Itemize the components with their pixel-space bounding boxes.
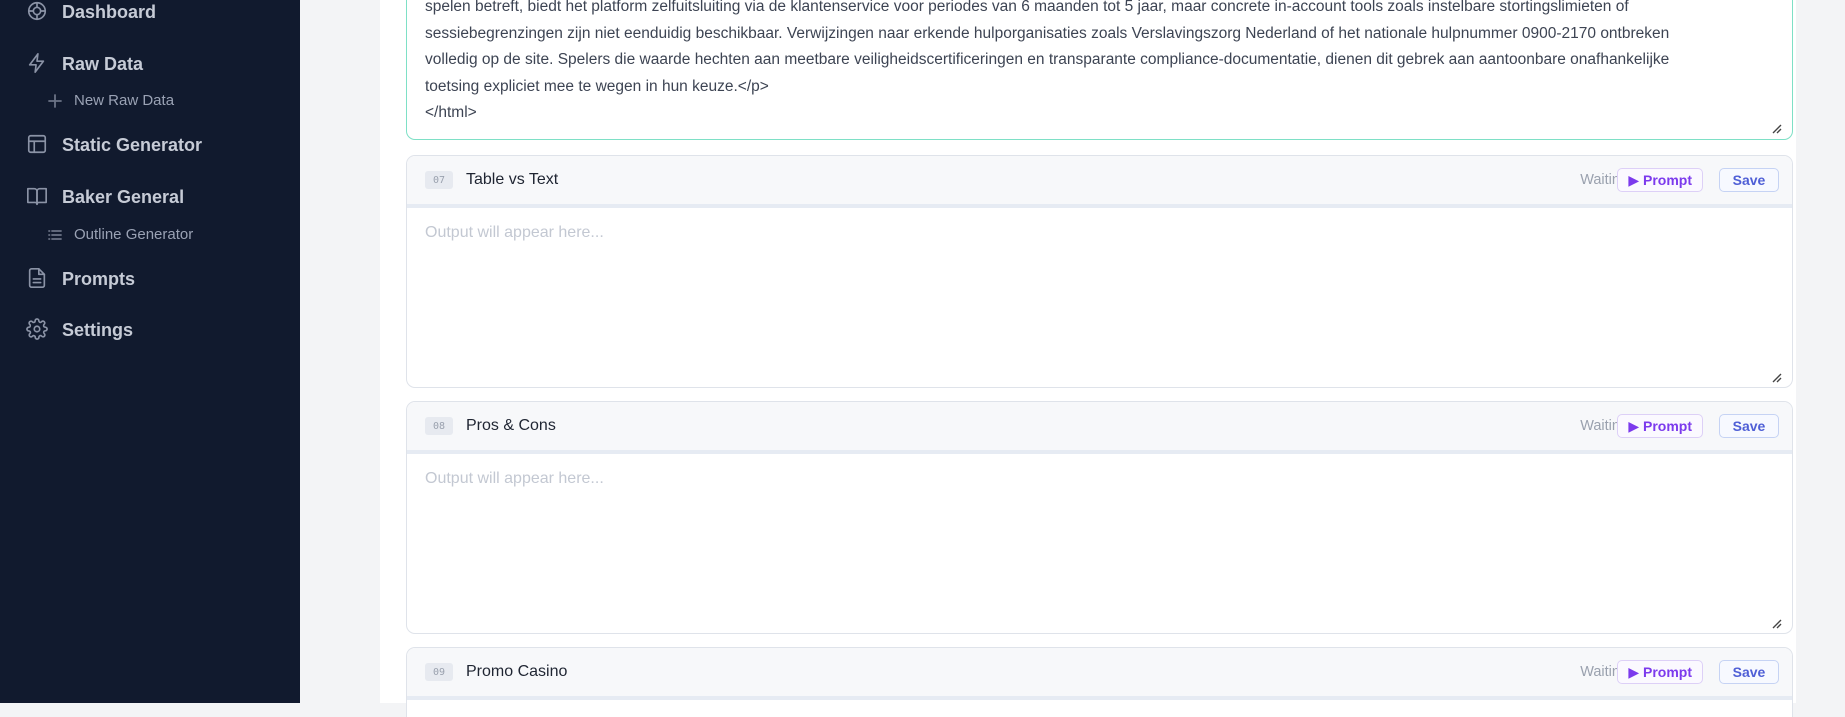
section-number: 09 [425, 663, 453, 681]
sidebar-subitem-label: New Raw Data [74, 92, 175, 109]
output-textarea[interactable]: Output will appear here... [407, 454, 1792, 633]
prompt-button[interactable]: ▶ Prompt [1617, 168, 1703, 192]
prompt-button[interactable]: ▶ Prompt [1617, 660, 1703, 684]
plus-icon [48, 93, 62, 108]
section-card-pros-cons: 08 Pros & Cons Waiting ▶ Prompt Save Out… [406, 401, 1793, 634]
card-header: 09 Promo Casino Waiting ▶ Prompt Save [407, 648, 1792, 700]
document-icon [26, 267, 50, 291]
section-number: 07 [425, 171, 453, 189]
sidebar-item-settings[interactable]: Settings [26, 318, 133, 342]
section-title: Pros & Cons [466, 417, 556, 434]
book-icon [26, 185, 50, 209]
sidebar-subitem-outline-generator[interactable]: Outline Generator [48, 226, 193, 243]
sidebar-item-label: Raw Data [62, 53, 144, 74]
section-number: 08 [425, 417, 453, 435]
dashboard-icon [26, 0, 50, 24]
resize-grip-icon[interactable] [1772, 121, 1782, 134]
sidebar-item-raw-data[interactable]: Raw Data [26, 52, 143, 76]
layout-icon [26, 133, 50, 157]
gear-icon [26, 318, 50, 342]
sidebar-item-dashboard[interactable]: Dashboard [26, 0, 156, 24]
section-card-table-vs-text: 07 Table vs Text Waiting ▶ Prompt Save O… [406, 155, 1793, 388]
output-placeholder: Output will appear here... [425, 224, 604, 241]
sidebar-subitem-new-raw-data[interactable]: New Raw Data [48, 92, 174, 109]
section-card-promo-casino: 09 Promo Casino Waiting ▶ Prompt Save [406, 647, 1793, 717]
save-button[interactable]: Save [1719, 168, 1779, 192]
section-title: Promo Casino [466, 663, 568, 680]
save-button[interactable]: Save [1719, 660, 1779, 684]
sidebar-item-label: Settings [62, 319, 134, 340]
sidebar-item-label: Prompts [62, 268, 136, 289]
save-button[interactable]: Save [1719, 414, 1779, 438]
section-title: Table vs Text [466, 171, 559, 188]
card-header: 07 Table vs Text Waiting ▶ Prompt Save [407, 156, 1792, 208]
output-textarea[interactable]: Output will appear here... [407, 208, 1792, 387]
output-placeholder: Output will appear here... [425, 470, 604, 487]
prompt-button[interactable]: ▶ Prompt [1617, 414, 1703, 438]
resize-grip-icon[interactable] [1772, 370, 1782, 383]
sidebar: Dashboard Raw Data New Raw Data Static G… [0, 0, 300, 703]
sidebar-item-label: Static Generator [62, 134, 203, 155]
output-textarea-06[interactable]: spelen betreft, biedt het platform zelfu… [406, 0, 1793, 140]
sidebar-subitem-label: Outline Generator [74, 226, 194, 243]
sidebar-item-prompts[interactable]: Prompts [26, 267, 135, 291]
list-icon [48, 228, 62, 242]
lightning-icon [26, 52, 50, 76]
card-header: 08 Pros & Cons Waiting ▶ Prompt Save [407, 402, 1792, 454]
sidebar-item-label: Baker General [62, 186, 185, 207]
sidebar-item-static-generator[interactable]: Static Generator [26, 133, 202, 157]
sidebar-item-baker-general[interactable]: Baker General [26, 185, 184, 209]
output-text: spelen betreft, biedt het platform zelfu… [425, 0, 1670, 121]
resize-grip-icon[interactable] [1772, 616, 1782, 629]
sidebar-item-label: Dashboard [62, 1, 157, 22]
